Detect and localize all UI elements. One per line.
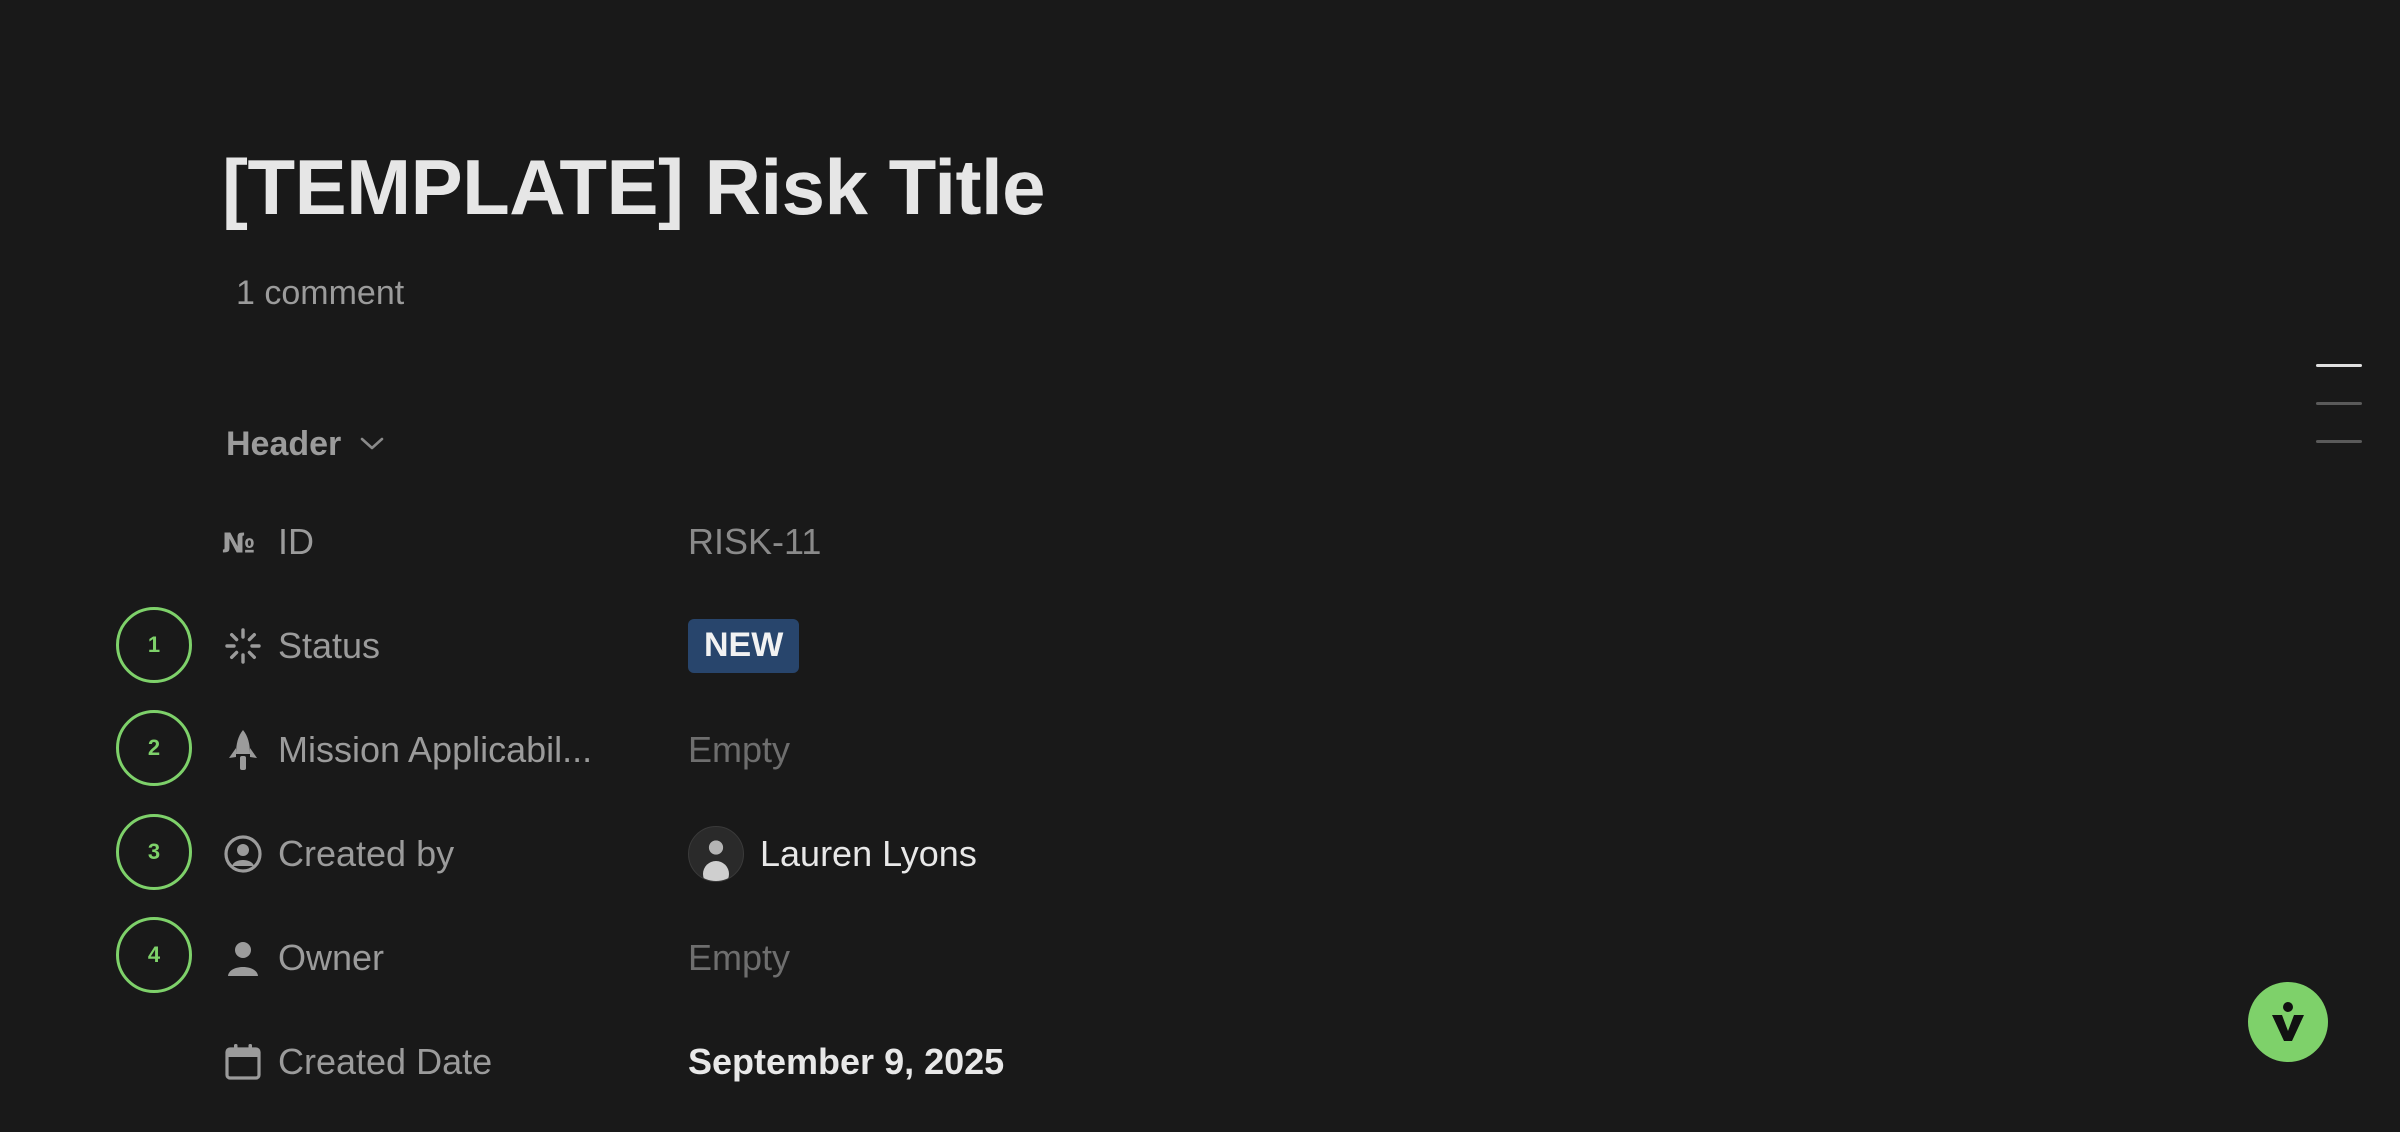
- page-title[interactable]: [TEMPLATE] Risk Title: [222, 148, 1046, 226]
- calendar-icon: [222, 1041, 264, 1083]
- property-label-text: Mission Applicabil...: [278, 729, 593, 770]
- avatar: [688, 826, 744, 882]
- property-row-id: № ID RISK-11: [222, 512, 821, 572]
- property-label-owner[interactable]: Owner: [222, 937, 688, 979]
- toc-line[interactable]: [2316, 402, 2362, 405]
- property-label-mission-applicability[interactable]: Mission Applicabil...: [222, 729, 688, 771]
- property-row-mission-applicability: Mission Applicabil... Empty: [222, 720, 790, 780]
- property-value-created-by[interactable]: Lauren Lyons: [688, 826, 977, 882]
- property-label-text: Owner: [278, 937, 385, 978]
- table-of-contents-outline[interactable]: [2316, 364, 2362, 478]
- property-label-status[interactable]: Status: [222, 625, 688, 667]
- step-marker-2: 2: [116, 710, 192, 786]
- v-logo-button[interactable]: [2248, 982, 2328, 1062]
- comment-count[interactable]: 1 comment: [236, 276, 404, 310]
- page: [TEMPLATE] Risk Title 1 comment Header №…: [0, 0, 2400, 1132]
- property-value-id: RISK-11: [688, 521, 822, 562]
- property-row-created-date: Created Date September 9, 2025: [222, 1032, 1004, 1092]
- v-logo-icon: [2272, 1002, 2304, 1041]
- user-circle-icon: [222, 833, 264, 875]
- number-icon: №: [222, 521, 264, 563]
- step-marker-3: 3: [116, 814, 192, 890]
- person-icon: [222, 937, 264, 979]
- property-label-text: Status: [278, 625, 381, 666]
- property-label-text: Created Date: [278, 1041, 493, 1082]
- property-label-created-by[interactable]: Created by: [222, 833, 688, 875]
- property-value-mission-applicability[interactable]: Empty: [688, 729, 790, 771]
- step-marker-1: 1: [116, 607, 192, 683]
- section-label: Header: [226, 425, 342, 463]
- property-value-status[interactable]: NEW: [688, 619, 800, 673]
- toc-line[interactable]: [2316, 440, 2362, 443]
- header-section-toggle[interactable]: Header: [226, 427, 385, 461]
- property-label-text: Created by: [278, 833, 455, 874]
- property-value-created-date[interactable]: September 9, 2025: [688, 1041, 1004, 1083]
- chevron-down-icon: [359, 436, 385, 452]
- svg-text:№: №: [222, 529, 255, 560]
- property-label-created-date[interactable]: Created Date: [222, 1041, 688, 1083]
- status-spinner-icon: [222, 625, 264, 667]
- property-label-id[interactable]: № ID: [222, 521, 688, 563]
- property-row-status: Status NEW: [222, 616, 800, 676]
- person-name: Lauren Lyons: [760, 833, 977, 874]
- property-label-text: ID: [278, 521, 314, 562]
- status-badge[interactable]: NEW: [688, 619, 800, 673]
- property-row-owner: Owner Empty: [222, 928, 790, 988]
- property-row-created-by: Created by Lauren Lyons: [222, 824, 977, 884]
- rocket-icon: [222, 729, 264, 771]
- toc-line-active[interactable]: [2316, 364, 2362, 367]
- property-value-owner[interactable]: Empty: [688, 937, 790, 979]
- step-marker-4: 4: [116, 917, 192, 993]
